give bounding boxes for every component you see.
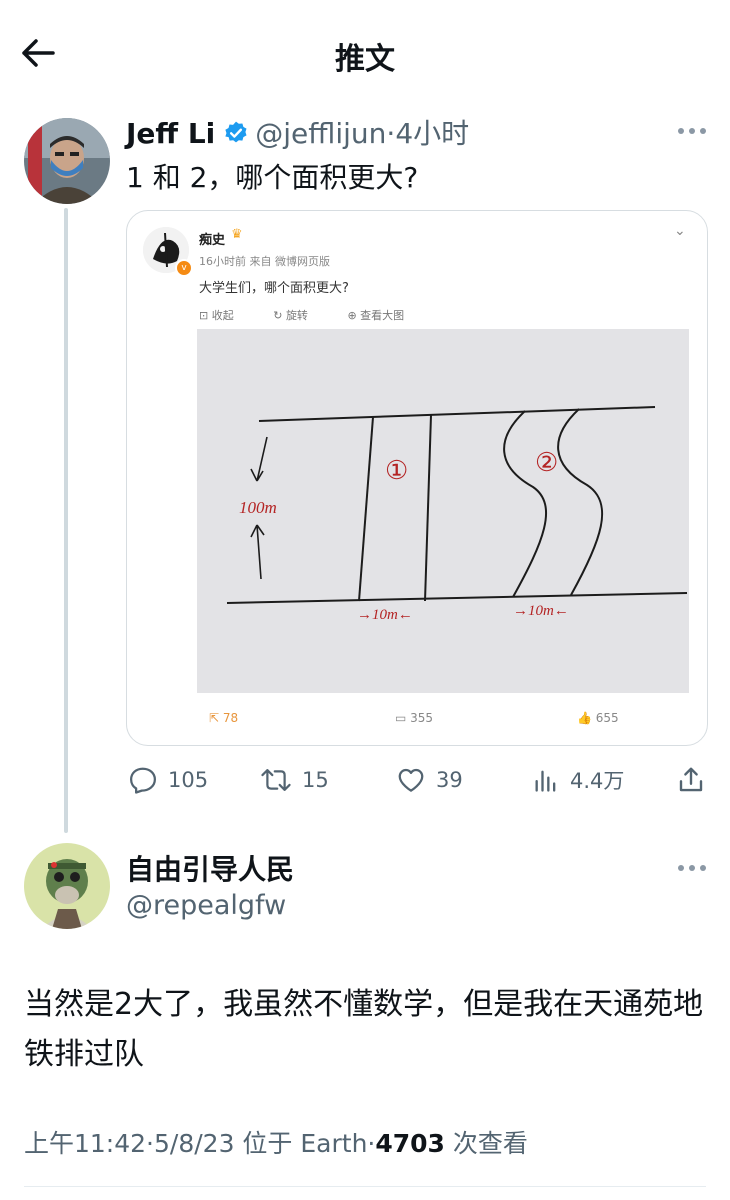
view-large-action: ⊕ 查看大图	[347, 309, 405, 322]
embedded-media-card[interactable]: v 痴史 ♛ 16小时前 来自 微博网页版 ⌄ 大学生们，哪个面积更大? ⊡ 收…	[126, 210, 708, 746]
weibo-forward-count: ⇱ 78	[209, 711, 239, 725]
photo-width-label-1: →10m←	[357, 607, 413, 623]
rotate-action: ↻ 旋转	[273, 309, 308, 322]
weibo-like-count: 👍 655	[577, 711, 619, 725]
weibo-comment-count: ▭ 355	[395, 711, 434, 725]
page-title: 推文	[335, 42, 395, 77]
thread-connector	[64, 208, 68, 833]
chevron-down-icon: ⌄	[674, 223, 686, 239]
analytics-icon	[535, 770, 556, 792]
reply-count: 105	[168, 768, 209, 792]
tweet-text: 1 和 2，哪个面积更大?	[126, 161, 419, 194]
crown-icon: ♛	[231, 227, 243, 242]
weibo-author-name: 痴史	[199, 233, 226, 248]
area-puzzle-photo: 100m ① ② →10m← →10m←	[197, 329, 689, 693]
retweet-count: 15	[302, 768, 329, 792]
views-count: 4.4万	[570, 769, 625, 793]
top-bar: 推文	[0, 0, 730, 108]
engagement-bar: 105 15 39 4.4万	[126, 760, 711, 800]
share-icon	[679, 767, 703, 792]
weibo-post-meta: 16小时前 来自 微博网页版	[199, 255, 330, 268]
author-avatar[interactable]	[24, 118, 110, 204]
weibo-post-text: 大学生们，哪个面积更大?	[199, 281, 349, 296]
tweet-meta: 上午11:42·5/8/23 位于 Earth·4703 次查看	[24, 1129, 528, 1158]
verified-badge-icon	[223, 120, 249, 153]
more-options-icon[interactable]	[678, 126, 706, 136]
divider	[24, 1186, 706, 1187]
heart-icon	[398, 768, 424, 792]
photo-width-label-2: →10m←	[513, 603, 569, 619]
tweet-time[interactable]: 4小时	[395, 117, 469, 150]
photo-height-label: 100m	[239, 498, 277, 517]
author-name[interactable]: Jeff Li	[126, 117, 215, 150]
reply-button[interactable]: 105	[128, 760, 208, 800]
separator-dot: ·	[386, 117, 396, 150]
post-location: 位于 Earth	[242, 1129, 368, 1158]
weibo-verified-icon: v	[175, 259, 193, 277]
reply-author-avatar[interactable]	[24, 843, 110, 929]
more-options-icon[interactable]	[678, 863, 706, 873]
retweet-button[interactable]: 15	[260, 760, 329, 800]
author-handle[interactable]: @jefflijun	[255, 117, 386, 150]
photo-label-2: ②	[535, 448, 558, 477]
reply-author-handle[interactable]: @repealgfw	[126, 890, 286, 921]
tweet-author-line: Jeff Li @jefflijun·4小时	[126, 112, 469, 153]
weibo-image-actions: ⊡ 收起 ↻ 旋转 ⊕ 查看大图	[199, 307, 440, 323]
like-button[interactable]: 39	[396, 760, 463, 800]
retweet-icon	[261, 769, 291, 791]
reply-text: 当然是2大了，我虽然不懂数学，但是我在天通苑地铁排过队	[24, 987, 704, 1072]
post-date[interactable]: 5/8/23	[154, 1129, 234, 1158]
view-count: 4703	[375, 1129, 445, 1158]
post-time[interactable]: 上午11:42	[24, 1129, 146, 1158]
views-button[interactable]: 4.4万	[532, 760, 624, 800]
reply-author-name[interactable]: 自由引导人民	[126, 848, 294, 888]
share-button[interactable]	[676, 760, 716, 800]
like-count: 39	[436, 768, 463, 792]
reply-icon	[130, 767, 156, 794]
collapse-action: ⊡ 收起	[199, 309, 234, 322]
photo-label-1: ①	[385, 456, 408, 485]
view-count-label: 次查看	[452, 1129, 528, 1158]
